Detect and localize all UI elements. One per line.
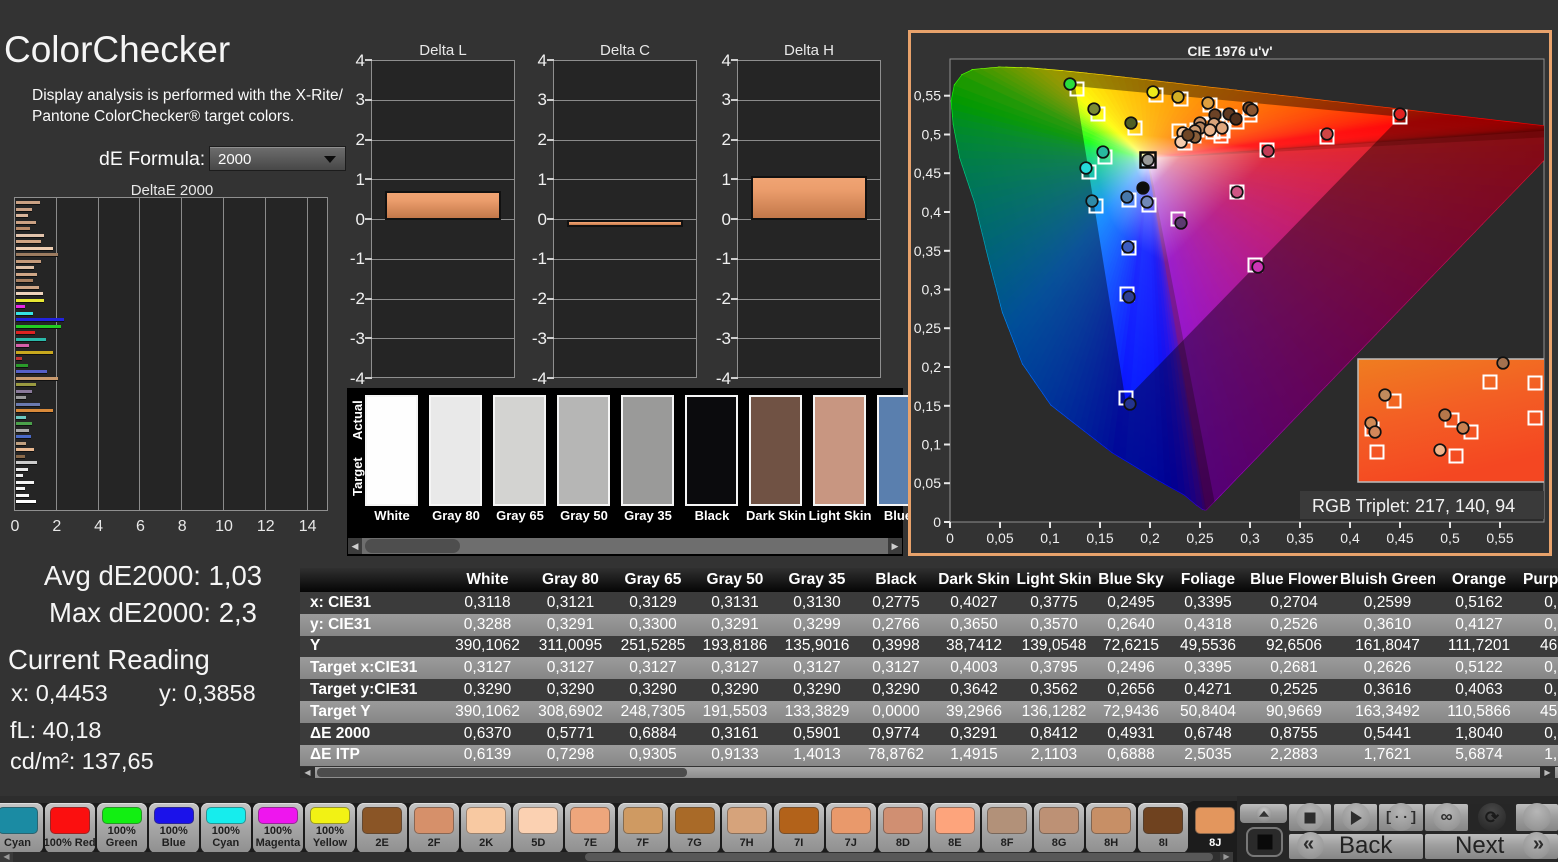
- svg-text:0,25: 0,25: [914, 320, 941, 336]
- svg-text:0,1: 0,1: [1040, 530, 1060, 546]
- svg-text:0,55: 0,55: [1486, 530, 1513, 546]
- svg-text:RGB Triplet: 217, 140, 94: RGB Triplet: 217, 140, 94: [1312, 496, 1515, 516]
- svg-text:0: 0: [946, 530, 954, 546]
- svg-text:0,15: 0,15: [1086, 530, 1113, 546]
- svg-text:0,05: 0,05: [914, 475, 941, 491]
- svg-text:0,2: 0,2: [1140, 530, 1160, 546]
- svg-text:0,45: 0,45: [914, 165, 941, 181]
- svg-text:0,05: 0,05: [986, 530, 1013, 546]
- svg-text:0,35: 0,35: [914, 243, 941, 259]
- svg-text:0,55: 0,55: [914, 88, 941, 104]
- svg-text:0: 0: [933, 514, 941, 530]
- svg-text:0,2: 0,2: [922, 359, 942, 375]
- svg-text:0,15: 0,15: [914, 398, 941, 414]
- svg-text:0,3: 0,3: [1240, 530, 1260, 546]
- svg-text:0,4: 0,4: [922, 204, 942, 220]
- svg-text:0,3: 0,3: [922, 282, 942, 298]
- svg-text:0,35: 0,35: [1286, 530, 1313, 546]
- svg-text:0,1: 0,1: [922, 437, 942, 453]
- svg-text:0,4: 0,4: [1340, 530, 1360, 546]
- svg-text:0,5: 0,5: [922, 127, 942, 143]
- svg-text:0,45: 0,45: [1386, 530, 1413, 546]
- svg-text:0,5: 0,5: [1440, 530, 1460, 546]
- svg-text:0,25: 0,25: [1186, 530, 1213, 546]
